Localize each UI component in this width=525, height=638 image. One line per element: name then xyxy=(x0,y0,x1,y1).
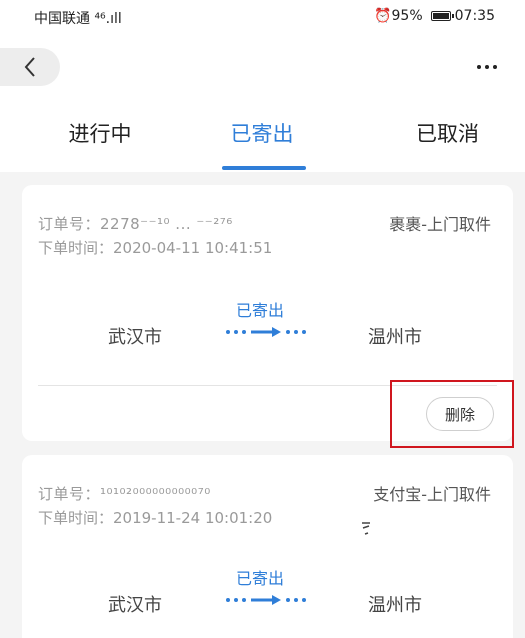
to-city: 温州市 xyxy=(368,327,422,348)
shipping-status: 已寄出 xyxy=(236,569,285,588)
order-number: 订单号：2278⁻⁻¹⁰ ... ⁻⁻²⁷⁶ xyxy=(38,215,233,233)
more-dot xyxy=(493,65,497,69)
status-bar: 中国联通 ⁴⁶.ıll ⏰95% 07:35 xyxy=(0,0,525,36)
battery-icon xyxy=(430,11,454,21)
more-dot xyxy=(477,65,481,69)
shipping-status: 已寄出 xyxy=(236,301,285,320)
order-type: 裹裹-上门取件 xyxy=(389,215,491,234)
back-button[interactable] xyxy=(0,48,60,86)
tab-cancelled[interactable]: 已取消 xyxy=(350,118,525,148)
carrier-label: 中国联通 ⁴⁶.ıll xyxy=(34,11,122,27)
order-time: 下单时间：2020-04-11 10:41:51 xyxy=(38,239,273,257)
route-arrow-icon xyxy=(226,595,306,605)
order-card[interactable]: 订单号：¹⁰¹⁰²⁰⁰⁰⁰⁰⁰⁰⁰⁰⁰⁷⁰ 下单时间：2019-11-24 10… xyxy=(22,455,513,638)
battery-percent: ⏰95% xyxy=(374,8,423,24)
order-tabs: 进行中 已寄出 已取消 xyxy=(0,108,525,170)
highlight-annotation-box xyxy=(390,380,514,448)
from-city: 武汉市 xyxy=(108,327,162,348)
order-time: 下单时间：2019-11-24 10:01:20 xyxy=(38,509,273,527)
chevron-left-icon xyxy=(24,57,35,77)
clock-time: 07:35 xyxy=(454,8,495,24)
redaction-mark xyxy=(362,522,370,535)
status-right: ⏰95% 07:35 xyxy=(374,8,495,24)
more-button[interactable] xyxy=(469,52,505,82)
more-dot xyxy=(485,65,489,69)
tab-shipped[interactable]: 已寄出 xyxy=(170,118,354,148)
to-city: 温州市 xyxy=(368,595,422,616)
tab-in-progress[interactable]: 进行中 xyxy=(0,118,190,148)
from-city: 武汉市 xyxy=(108,595,162,616)
order-number: 订单号：¹⁰¹⁰²⁰⁰⁰⁰⁰⁰⁰⁰⁰⁰⁷⁰ xyxy=(38,485,211,503)
order-type: 支付宝-上门取件 xyxy=(373,485,491,504)
active-tab-indicator xyxy=(222,166,306,170)
route-arrow-icon xyxy=(226,327,306,337)
